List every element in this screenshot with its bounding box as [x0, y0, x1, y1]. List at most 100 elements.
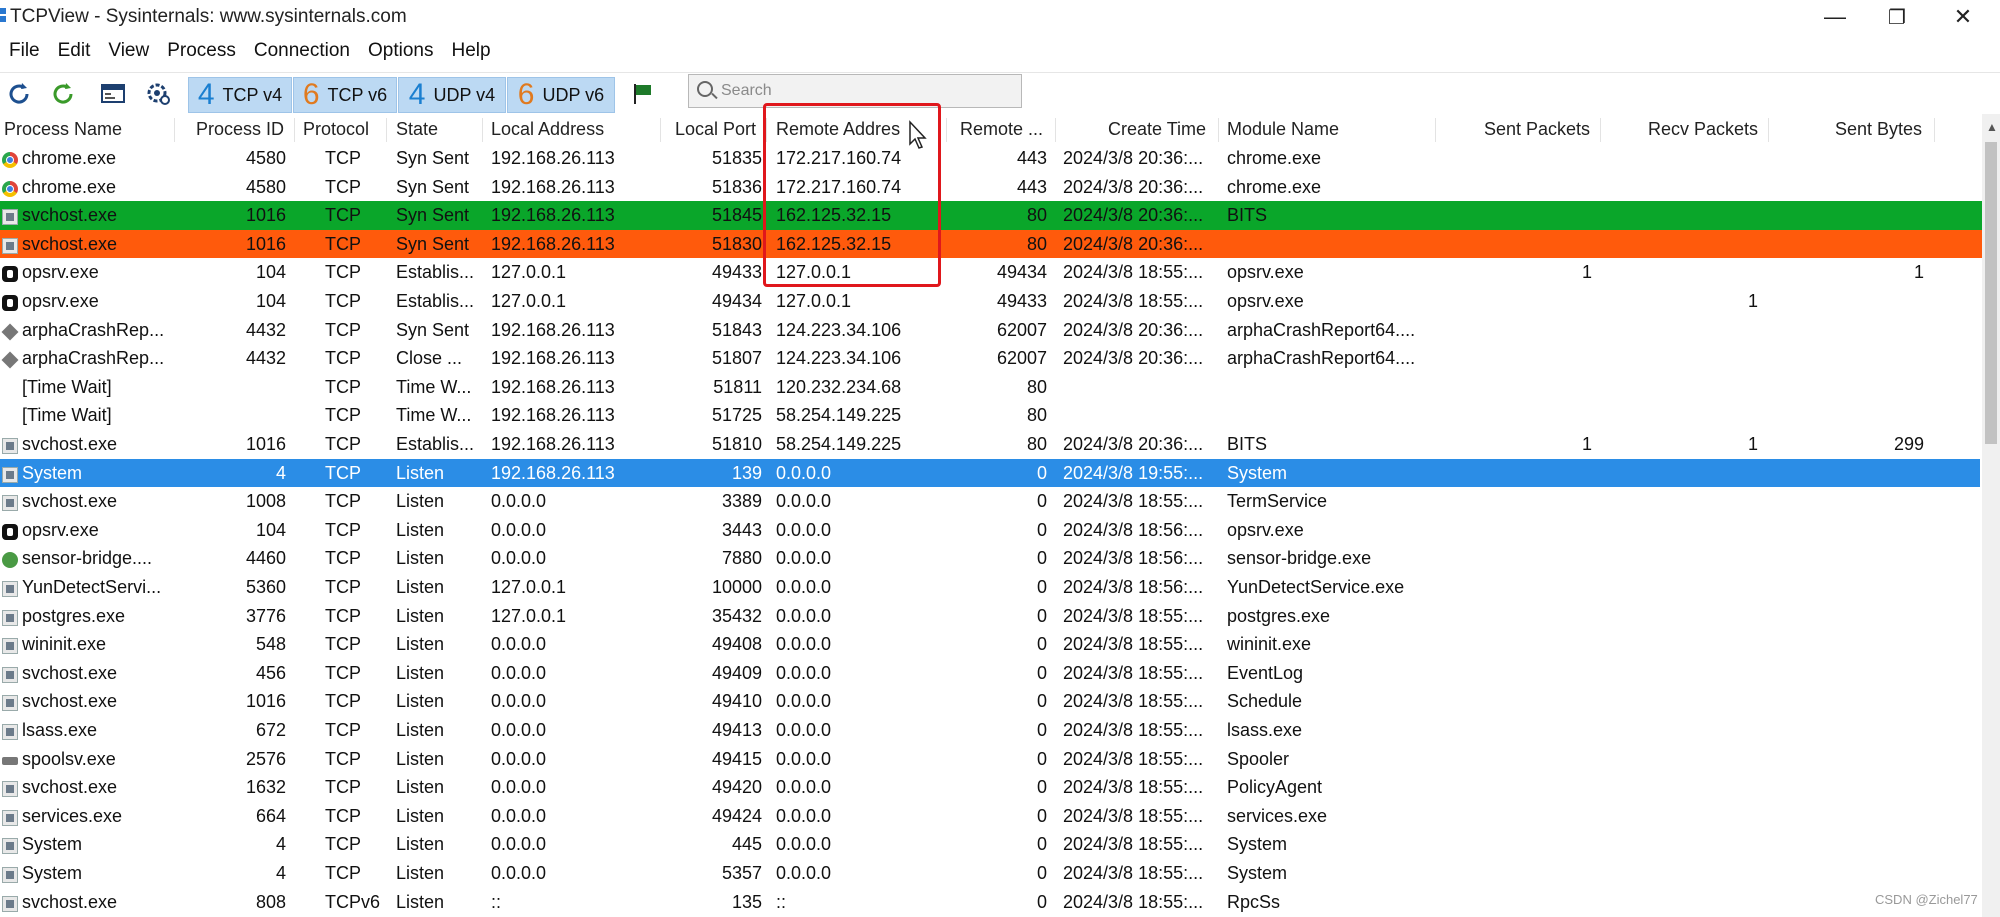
remote-address-cell: 58.254.149.225 [776, 405, 902, 426]
local-address-cell: 192.168.26.113 [491, 405, 615, 426]
table-row[interactable]: arphaCrashRep... 4432 TCP Close ... 192.168.… [0, 344, 1982, 373]
table-row[interactable]: svchost.exe 1016 TCP Listen 0.0.0.0 49410 0.0.… [0, 687, 1982, 716]
col-module-name[interactable]: Module Name [1227, 119, 1339, 140]
process-name-cell: opsrv.exe [22, 291, 99, 311]
scrollbar-thumb[interactable] [1985, 142, 1997, 444]
protocol-cell: TCP [325, 748, 361, 769]
remote-port-cell: 0 [1036, 548, 1047, 569]
table-row[interactable]: svchost.exe 1016 TCP Establis... 192.168.26.… [0, 430, 1982, 459]
col-recv-packets[interactable]: Recv Packets [1648, 119, 1758, 140]
local-port-cell: 51811 [713, 376, 762, 397]
table-row[interactable]: svchost.exe 1016 TCP Syn Sent 192.168.26.113… [0, 201, 1982, 230]
table-row[interactable]: svchost.exe 456 TCP Listen 0.0.0.0 49409 0.0.0… [0, 659, 1982, 688]
col-protocol[interactable]: Protocol [303, 119, 369, 140]
state-cell: Establis... [396, 262, 475, 283]
col-state[interactable]: State [396, 119, 438, 140]
table-row[interactable]: wininit.exe 548 TCP Listen 0.0.0.0 49408 0.0.0… [0, 630, 1982, 659]
table-row[interactable]: System 4 TCP Listen 192.168.26.113 139 0.0.0.0… [0, 458, 1980, 488]
table-row[interactable]: svchost.exe 1008 TCP Listen 0.0.0.0 3389 0.0.0… [0, 487, 1982, 516]
table-row[interactable]: System 4 TCP Listen 0.0.0.0 5357 0.0.0.0 0 2024/… [0, 859, 1982, 888]
table-row[interactable]: sensor-bridge.... 4460 TCP Listen 0.0.0.0 788… [0, 544, 1982, 573]
table-row[interactable]: services.exe 664 TCP Listen 0.0.0.0 49424 0.0.… [0, 802, 1982, 831]
udp-v4-toggle[interactable]: 4 UDP v4 [398, 77, 506, 113]
table-row[interactable]: svchost.exe 1016 TCP Syn Sent 192.168.26.113… [0, 229, 1982, 259]
process-id-cell: 4580 [245, 176, 286, 197]
table-row[interactable]: opsrv.exe 104 TCP Establis... 127.0.0.1 49433… [0, 258, 1982, 287]
module-name-cell: YunDetectService.exe [1227, 577, 1405, 597]
udp-v4-label: UDP v4 [433, 84, 496, 105]
col-local-port[interactable]: Local Port [675, 119, 756, 140]
local-port-cell: 35432 [711, 605, 762, 626]
process-name-cell: svchost.exe [22, 662, 118, 683]
table-row[interactable]: opsrv.exe 104 TCP Listen 0.0.0.0 3443 0.0.0.0 0… [0, 516, 1982, 545]
col-remote-port[interactable]: Remote ... [960, 119, 1043, 140]
local-port-cell: 49415 [711, 748, 762, 769]
table-row[interactable]: System 4 TCP Listen 0.0.0.0 445 0.0.0.0 0 2024/3… [0, 830, 1982, 859]
process-name-cell: opsrv.exe [22, 519, 99, 540]
local-port-cell: 5357 [721, 863, 762, 883]
remote-address-cell: 0.0.0.0 [776, 863, 832, 883]
menu-connection[interactable]: Connection [245, 36, 359, 68]
table-row[interactable]: opsrv.exe 104 TCP Establis... 127.0.0.1 49434… [0, 287, 1982, 316]
vertical-scrollbar[interactable]: ▲ [1982, 114, 2000, 917]
local-address-cell: 127.0.0.1 [491, 577, 567, 597]
create-time-cell: 2024/3/8 18:55:... [1063, 748, 1204, 769]
table-row[interactable]: chrome.exe 4580 TCP Syn Sent 192.168.26.113 5… [0, 144, 1982, 173]
window-title: TCPView - Sysinternals: www.sysinternals… [10, 6, 407, 27]
tcp-v6-label: TCP v6 [327, 84, 388, 105]
local-address-cell: 0.0.0.0 [491, 748, 547, 769]
auto-refresh-icon[interactable] [46, 77, 80, 111]
remote-address-cell: 0.0.0.0 [776, 548, 832, 569]
state-cell: Listen [396, 748, 445, 769]
menu-process[interactable]: Process [158, 36, 245, 68]
col-sent-packets[interactable]: Sent Packets [1484, 119, 1590, 140]
maximize-button[interactable]: ❐ [1862, 0, 1932, 34]
menu-options[interactable]: Options [359, 36, 442, 68]
scroll-up-arrow-icon[interactable]: ▲ [1986, 120, 1998, 134]
table-row[interactable]: [Time Wait] TCP Time W... 192.168.26.113 518… [0, 373, 1982, 402]
tcp-v6-toggle[interactable]: 6 TCP v6 [293, 77, 397, 113]
table-row[interactable]: postgres.exe 3776 TCP Listen 127.0.0.1 35432 0… [0, 602, 1982, 631]
col-process-id[interactable]: Process ID [196, 119, 284, 140]
module-name-cell: arphaCrashReport64.... [1227, 319, 1416, 340]
process-id-cell: 4432 [245, 319, 286, 340]
create-time-cell: 2024/3/8 18:56:... [1063, 548, 1204, 569]
options-icon[interactable] [96, 77, 130, 111]
state-cell: Listen [396, 519, 445, 540]
protocol-cell: TCP [325, 233, 361, 254]
local-port-cell: 3389 [721, 491, 762, 512]
table-row[interactable]: YunDetectServi... 5360 TCP Listen 127.0.0.1 1… [0, 573, 1982, 602]
menu-file[interactable]: File [0, 36, 49, 68]
table-row[interactable]: [Time Wait] TCP Time W... 192.168.26.113 517… [0, 401, 1982, 430]
create-time-cell: 2024/3/8 18:55:... [1063, 691, 1204, 712]
table-row[interactable]: lsass.exe 672 TCP Listen 0.0.0.0 49413 0.0.0.0… [0, 716, 1982, 745]
udp-v6-toggle[interactable]: 6 UDP v6 [507, 77, 615, 113]
menu-edit[interactable]: Edit [49, 36, 100, 68]
refresh-icon[interactable] [2, 77, 36, 111]
col-create-time[interactable]: Create Time [1108, 119, 1206, 140]
col-sent-bytes[interactable]: Sent Bytes [1835, 119, 1922, 140]
table-row[interactable]: chrome.exe 4580 TCP Syn Sent 192.168.26.113 5… [0, 173, 1982, 202]
flag-icon[interactable] [626, 77, 660, 111]
table-row[interactable]: svchost.exe 1632 TCP Listen 0.0.0.0 49420 0.0.… [0, 773, 1982, 802]
protocol-cell: TCP [325, 605, 361, 626]
remote-address-cell: 0.0.0.0 [776, 462, 832, 483]
protocol-cell: TCP [325, 662, 361, 683]
close-button[interactable]: ✕ [1928, 0, 1998, 34]
table-row[interactable]: spoolsv.exe 2576 TCP Listen 0.0.0.0 49415 0.0.… [0, 745, 1982, 774]
tcp-v4-toggle[interactable]: 4 TCP v4 [188, 77, 292, 113]
create-time-cell: 2024/3/8 18:55:... [1063, 805, 1204, 826]
minimize-button[interactable]: — [1800, 0, 1870, 34]
menu-help[interactable]: Help [442, 36, 499, 68]
table-row[interactable]: svchost.exe 808 TCPv6 Listen:: 135:: 0 2024/3/… [0, 888, 1982, 917]
local-address-cell: 0.0.0.0 [491, 720, 547, 740]
udp-v6-label: UDP v6 [542, 84, 605, 105]
settings-gear-icon[interactable] [142, 77, 176, 111]
search-input[interactable] [719, 78, 1013, 104]
process-name-cell: postgres.exe [22, 605, 126, 626]
col-local-address[interactable]: Local Address [491, 119, 604, 140]
col-process-name[interactable]: Process Name [4, 119, 122, 140]
process-svc-icon [2, 581, 18, 597]
menu-view[interactable]: View [99, 36, 158, 68]
table-row[interactable]: arphaCrashRep... 4432 TCP Syn Sent 192.168.2… [0, 316, 1982, 345]
